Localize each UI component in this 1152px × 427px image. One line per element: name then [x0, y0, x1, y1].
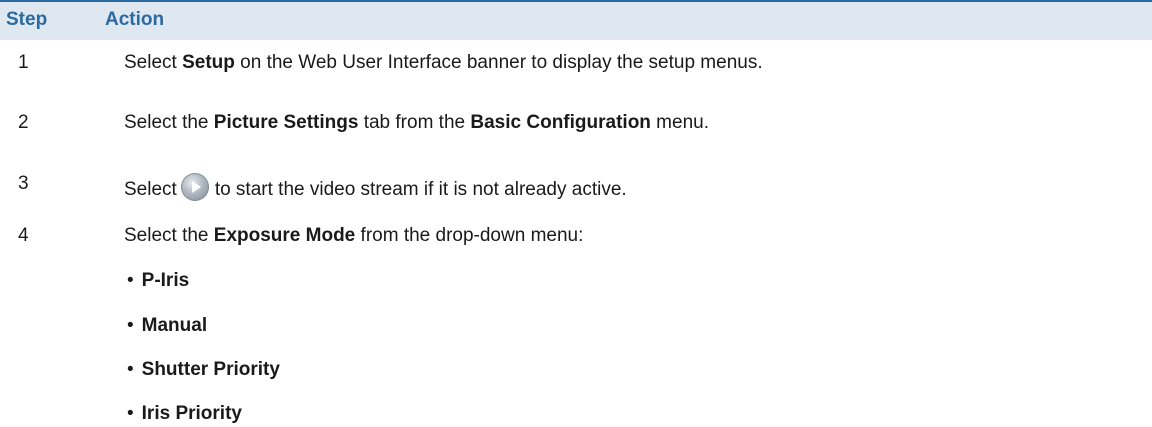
ui-term-exposure-mode: Exposure Mode — [213, 225, 356, 246]
list-item: • Shutter Priority — [127, 359, 280, 380]
step-number: 4 — [18, 225, 29, 246]
table-header: Step Action — [0, 0, 1152, 40]
step-number: 2 — [18, 112, 29, 133]
step-text: Select the Picture Settings tab from the… — [124, 112, 709, 133]
step-text: Select the Exposure Mode from the drop-d… — [124, 225, 584, 246]
ui-term-setup: Setup — [182, 52, 235, 73]
step-text: Select to start the video stream if it is… — [124, 173, 627, 201]
list-item: • Iris Priority — [127, 403, 242, 424]
header-action: Action — [105, 9, 165, 30]
step-text: Select Setup on the Web User Interface b… — [124, 52, 763, 73]
list-item: • P-Iris — [127, 270, 190, 291]
ui-term-picture-settings: Picture Settings — [213, 112, 359, 133]
header-step: Step — [6, 9, 48, 30]
step-number: 3 — [18, 173, 29, 194]
ui-term-basic-configuration: Basic Configuration — [470, 112, 651, 133]
step-number: 1 — [18, 52, 29, 73]
list-item: • Manual — [127, 315, 208, 336]
play-button-icon — [180, 173, 209, 201]
